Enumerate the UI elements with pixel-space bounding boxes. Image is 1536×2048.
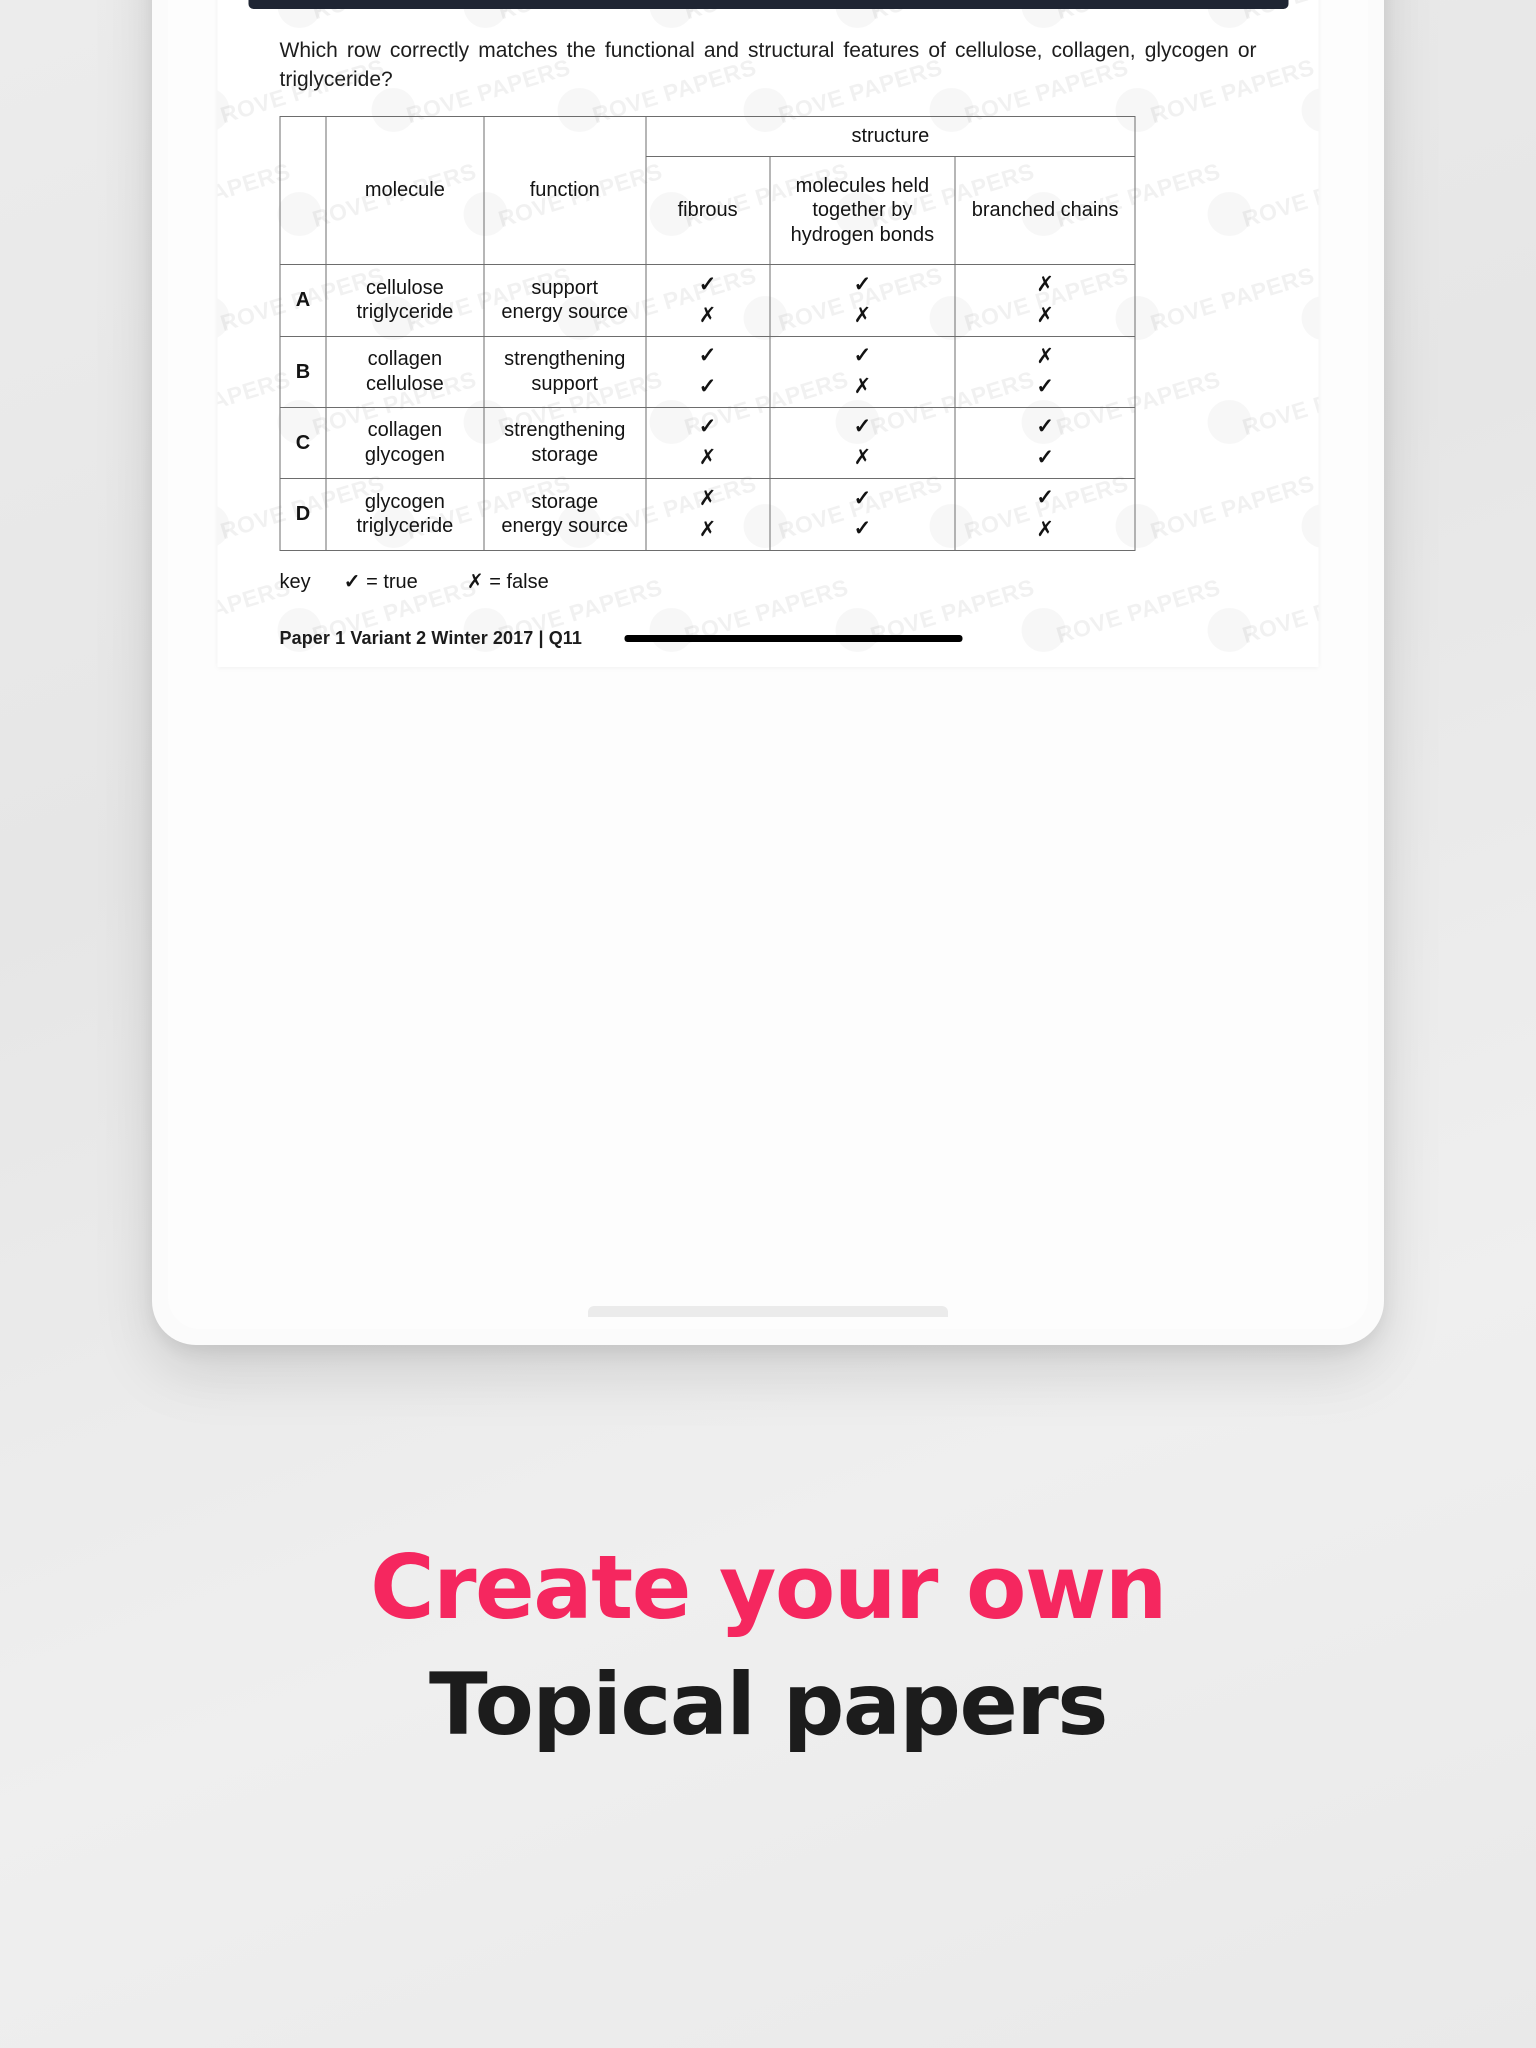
question-prompt-q11: Which row correctly matches the function… [279, 39, 1257, 91]
option-letter: A [279, 264, 327, 337]
topic-card-header[interactable]: Biological Molecules 2 [248, 0, 1288, 10]
question-block-q11: Which row correctly matches the function… [218, 37, 1319, 648]
fibrous-cell: ✓ ✓ [645, 335, 771, 408]
hydrogen-bonds-cell: ✓ ✗ [769, 264, 956, 337]
branched-chains-cell: ✓ ✗ [954, 477, 1136, 551]
function-cell: strengthening support [483, 335, 647, 408]
molecule-features-table: molecule function structure fibrous molecule… [279, 116, 1136, 551]
fibrous-cell: ✗ ✗ [645, 477, 771, 551]
tick-icon: ✓ [698, 344, 717, 368]
function-cell: strengthening storage [483, 406, 647, 479]
option-letter: C [279, 406, 327, 479]
branched-chains-cell: ✗ ✓ [954, 335, 1136, 408]
molecule-cell: collagen cellulose [325, 335, 485, 408]
tick-icon: ✓ [853, 486, 872, 510]
column-header-hydrogen-bonds: molecules held together by hydrogen bond… [769, 156, 956, 266]
hydrogen-bonds-cell: ✓ ✗ [769, 335, 956, 408]
cross-icon: ✗ [698, 445, 717, 470]
tick-icon: ✓ [853, 343, 872, 367]
marketing-callout: Create your own Topical papers [0, 1540, 1536, 1752]
table-group-header-row: molecule function structure [279, 116, 1136, 266]
cross-icon: ✗ [1036, 303, 1054, 328]
column-group-header-structure: structure [645, 116, 1136, 158]
tick-icon: ✓ [853, 517, 872, 541]
device-screen: ROVE PAPERS ROVE PAPERS ROVE PAPERS ROVE PA… [168, 0, 1368, 1329]
cross-icon: ✗ [698, 302, 717, 327]
function-cell: support energy source [483, 264, 647, 337]
cross-icon: ✗ [698, 517, 717, 542]
fibrous-cell: ✓ ✗ [645, 406, 771, 479]
hydrogen-bonds-cell: ✓ ✓ [769, 477, 956, 551]
marketing-headline-primary: Create your own [370, 1536, 1167, 1639]
redaction-bar [624, 634, 963, 642]
key-false-label: = false [489, 570, 549, 593]
branched-chains-cell: ✗ ✗ [954, 264, 1136, 337]
tick-icon: ✓ [343, 570, 361, 593]
tick-icon: ✓ [853, 272, 872, 296]
column-header-molecule: molecule [325, 116, 485, 266]
cross-icon: ✗ [853, 302, 872, 327]
cross-icon: ✗ [1036, 343, 1054, 368]
tick-icon: ✓ [698, 272, 717, 296]
tick-icon: ✓ [698, 374, 717, 398]
hydrogen-bonds-cell: ✓ ✗ [769, 406, 956, 479]
cross-icon: ✗ [1036, 272, 1054, 297]
function-cell: storage energy source [483, 477, 647, 551]
tick-icon: ✓ [698, 414, 717, 438]
table-row: Acellulose triglyceride support energy sour… [279, 264, 1136, 337]
tick-icon: ✓ [1036, 375, 1054, 399]
tick-icon: ✓ [1036, 486, 1054, 510]
question2-footer: Paper 1 Variant 2 Winter 2017 | Q11 [218, 628, 1319, 649]
molecule-cell: cellulose triglyceride [325, 264, 485, 337]
key-title: key [279, 570, 311, 593]
table-row: Dglycogen triglyceride storage energy sourc… [279, 477, 1136, 551]
blank-corner-cell [279, 116, 327, 266]
cross-icon: ✗ [466, 568, 484, 593]
tick-icon: ✓ [853, 414, 872, 438]
option-letter: B [279, 335, 327, 408]
cross-icon: ✗ [1036, 516, 1054, 541]
question2-key: key ✓ = true ✗ = false [280, 569, 1257, 594]
question2-table-wrapper: molecule function structure fibrous molecule… [279, 116, 1257, 551]
tick-icon: ✓ [1036, 445, 1054, 469]
column-header-branched-chains: branched chains [954, 156, 1136, 266]
option-letter: D [279, 477, 327, 551]
question2-source: Paper 1 Variant 2 Winter 2017 | Q11 [279, 627, 583, 648]
cross-icon: ✗ [853, 445, 872, 470]
table-row: Ccollagen glycogen strengthening storage ✓ ✗ ✓… [279, 406, 1136, 479]
molecule-cell: glycogen triglyceride [325, 477, 485, 551]
cross-icon: ✗ [853, 374, 872, 399]
fibrous-cell: ✓ ✗ [645, 264, 771, 337]
molecule-cell: collagen glycogen [325, 406, 485, 479]
branched-chains-cell: ✓ ✓ [954, 406, 1136, 479]
tablet-device-frame: ROVE PAPERS ROVE PAPERS ROVE PAPERS ROVE PA… [152, 0, 1384, 1345]
marketing-headline-secondary: Topical papers [429, 1655, 1108, 1756]
cross-icon: ✗ [698, 485, 717, 510]
tick-icon: ✓ [1036, 415, 1054, 439]
paper-content-sheet: ROVE PAPERS ROVE PAPERS ROVE PAPERS ROVE PA… [217, 0, 1319, 667]
column-header-fibrous: fibrous [645, 156, 771, 266]
column-header-function: function [483, 116, 647, 266]
key-true-label: = true [366, 570, 418, 593]
table-row: Bcollagen cellulose strengthening support ✓ ✓… [279, 335, 1136, 408]
home-indicator [588, 1306, 948, 1317]
